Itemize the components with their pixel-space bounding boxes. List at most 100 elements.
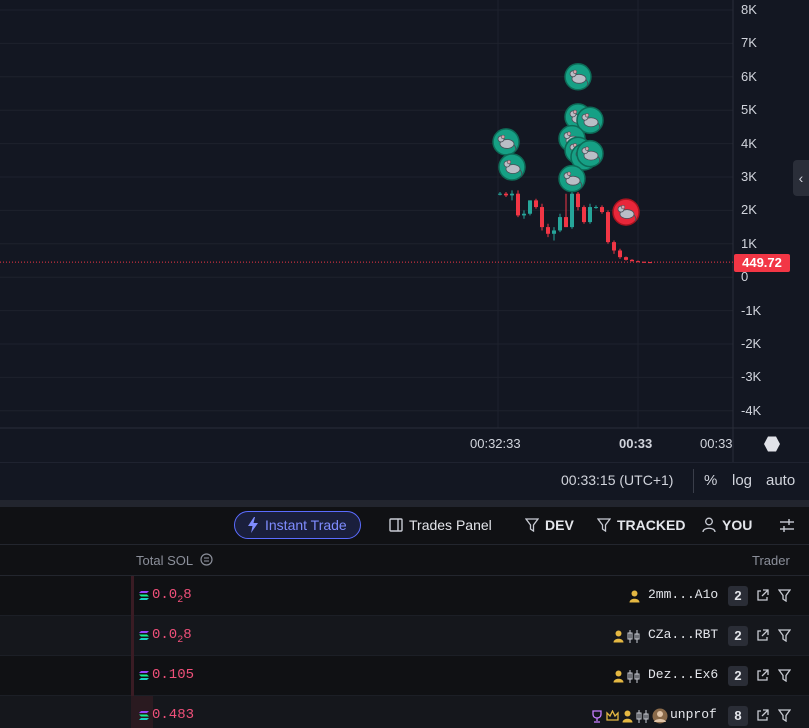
trade-count-badge: 2 <box>728 666 748 686</box>
y-tick-label: 8K <box>741 2 757 17</box>
external-link-icon[interactable] <box>756 589 769 602</box>
table-row[interactable]: 0.105 Dez...Ex6 2 <box>0 656 809 696</box>
candle[interactable] <box>504 192 508 198</box>
trader-address[interactable]: unprof <box>670 707 717 722</box>
table-row[interactable]: 0.028 2mm...A1o 2 <box>0 576 809 616</box>
candle[interactable] <box>558 213 562 233</box>
y-tick-label: 4K <box>741 135 757 151</box>
chart-canvas[interactable] <box>0 0 809 462</box>
amount-main: 0.0 <box>152 627 178 643</box>
candle[interactable] <box>612 240 616 254</box>
amount-tail: 8 <box>183 587 192 603</box>
total-sol-value: 0.105 <box>152 667 194 683</box>
candle[interactable] <box>540 203 544 231</box>
x-tick-label: 00:33 <box>619 436 653 451</box>
price-chart[interactable]: 8K 7K 6K 5K 4K 3K 2K 1K 0 -1K -2K -3K -4K 00:32:33 00… <box>0 0 809 462</box>
candle[interactable] <box>606 210 610 244</box>
lightning-icon <box>248 517 258 533</box>
candle[interactable] <box>570 190 574 229</box>
user-badge-icon <box>622 710 633 722</box>
candle[interactable] <box>552 227 556 241</box>
column-header-total-sol[interactable]: Total SOL <box>136 553 193 568</box>
candle[interactable] <box>636 260 640 263</box>
candle[interactable] <box>498 192 502 196</box>
amount-tail: 8 <box>183 627 192 643</box>
filter-trader-icon[interactable] <box>778 589 791 602</box>
table-row[interactable]: 0.483 unprof 8 <box>0 696 809 728</box>
candle[interactable] <box>528 200 532 216</box>
candle[interactable] <box>582 205 586 224</box>
y-tick-label: -3K <box>741 369 762 385</box>
crown-badge-icon <box>606 710 619 721</box>
total-sol-value: 0.028 <box>152 587 192 606</box>
log-scale-toggle[interactable]: log <box>732 472 752 489</box>
candle[interactable] <box>618 248 622 259</box>
filter-icon <box>525 518 539 532</box>
y-tick-label: -4K <box>741 402 762 418</box>
external-link-icon[interactable] <box>756 669 769 682</box>
candles-badge-icon <box>627 629 640 643</box>
app-root: 8K 7K 6K 5K 4K 3K 2K 1K 0 -1K -2K -3K -4K 00:32:33 00… <box>0 0 809 728</box>
candle[interactable] <box>630 259 634 262</box>
external-link-icon[interactable] <box>756 629 769 642</box>
x-tick-label: 00:33 <box>700 436 733 451</box>
percent-scale-toggle[interactable]: % <box>704 472 717 489</box>
y-tick-label: -2K <box>741 336 762 351</box>
amount-main: 0.0 <box>152 587 178 603</box>
trader-address[interactable]: 2mm...A1o <box>648 587 718 602</box>
tracked-filter-button[interactable]: TRACKED <box>597 517 685 533</box>
user-icon <box>702 517 716 533</box>
current-price-badge: 449.72 <box>734 254 790 272</box>
you-filter-label: YOU <box>722 517 753 533</box>
candle[interactable] <box>588 203 592 224</box>
sell-volume-bar <box>131 656 134 696</box>
time-readout[interactable]: 00:33:15 (UTC+1) <box>561 472 673 488</box>
candle[interactable] <box>534 198 538 209</box>
candle[interactable] <box>522 210 526 219</box>
y-tick-label: 3K <box>741 169 757 184</box>
candle[interactable] <box>624 256 628 261</box>
candle[interactable] <box>546 223 550 238</box>
panel-resize-handle[interactable] <box>0 500 809 507</box>
candle[interactable] <box>516 190 520 218</box>
panel-icon <box>389 518 403 532</box>
instant-trade-button[interactable]: Instant Trade <box>234 511 361 539</box>
buy-marker[interactable] <box>564 63 592 91</box>
y-tick-label: 7K <box>741 35 757 51</box>
buy-marker[interactable] <box>558 164 586 193</box>
chart-footer: 00:33:15 (UTC+1) % log auto <box>0 462 809 500</box>
filter-trader-icon[interactable] <box>778 629 791 642</box>
external-link-icon[interactable] <box>756 709 769 722</box>
sell-marker[interactable] <box>612 198 640 226</box>
y-tick-label: 6K <box>741 68 757 84</box>
candle[interactable] <box>600 205 604 214</box>
auto-scale-toggle[interactable]: auto <box>766 472 795 489</box>
dev-filter-button[interactable]: DEV <box>525 517 574 533</box>
trader-address[interactable]: CZa...RBT <box>648 627 718 642</box>
filter-trader-icon[interactable] <box>778 709 791 722</box>
y-tick-label: 2K <box>741 202 757 218</box>
buy-marker[interactable] <box>498 153 526 181</box>
total-sol-value: 0.028 <box>152 627 192 646</box>
amount-main: 0.105 <box>152 667 195 683</box>
buy-marker[interactable] <box>492 128 520 156</box>
candle[interactable] <box>510 190 514 201</box>
collapse-panel-button[interactable]: ‹ <box>793 160 809 196</box>
table-row[interactable]: 0.028 CZa...RBT 2 <box>0 616 809 656</box>
trades-panel-button[interactable]: Trades Panel <box>389 517 492 533</box>
trade-count-badge: 2 <box>728 626 748 646</box>
chart-settings-icon[interactable] <box>763 435 781 453</box>
candles-badge-icon <box>636 709 649 723</box>
trade-count-badge: 8 <box>728 706 748 726</box>
candle[interactable] <box>594 205 598 209</box>
currency-toggle-icon[interactable] <box>200 553 213 566</box>
you-filter-button[interactable]: YOU <box>702 517 752 533</box>
candle[interactable] <box>648 262 652 264</box>
sliders-icon[interactable] <box>779 518 795 533</box>
tracked-filter-label: TRACKED <box>617 517 686 533</box>
filter-trader-icon[interactable] <box>778 669 791 682</box>
buy-marker[interactable] <box>576 139 604 168</box>
trader-address[interactable]: Dez...Ex6 <box>648 667 718 682</box>
user-badge-icon <box>613 630 624 642</box>
candle[interactable] <box>576 192 580 211</box>
